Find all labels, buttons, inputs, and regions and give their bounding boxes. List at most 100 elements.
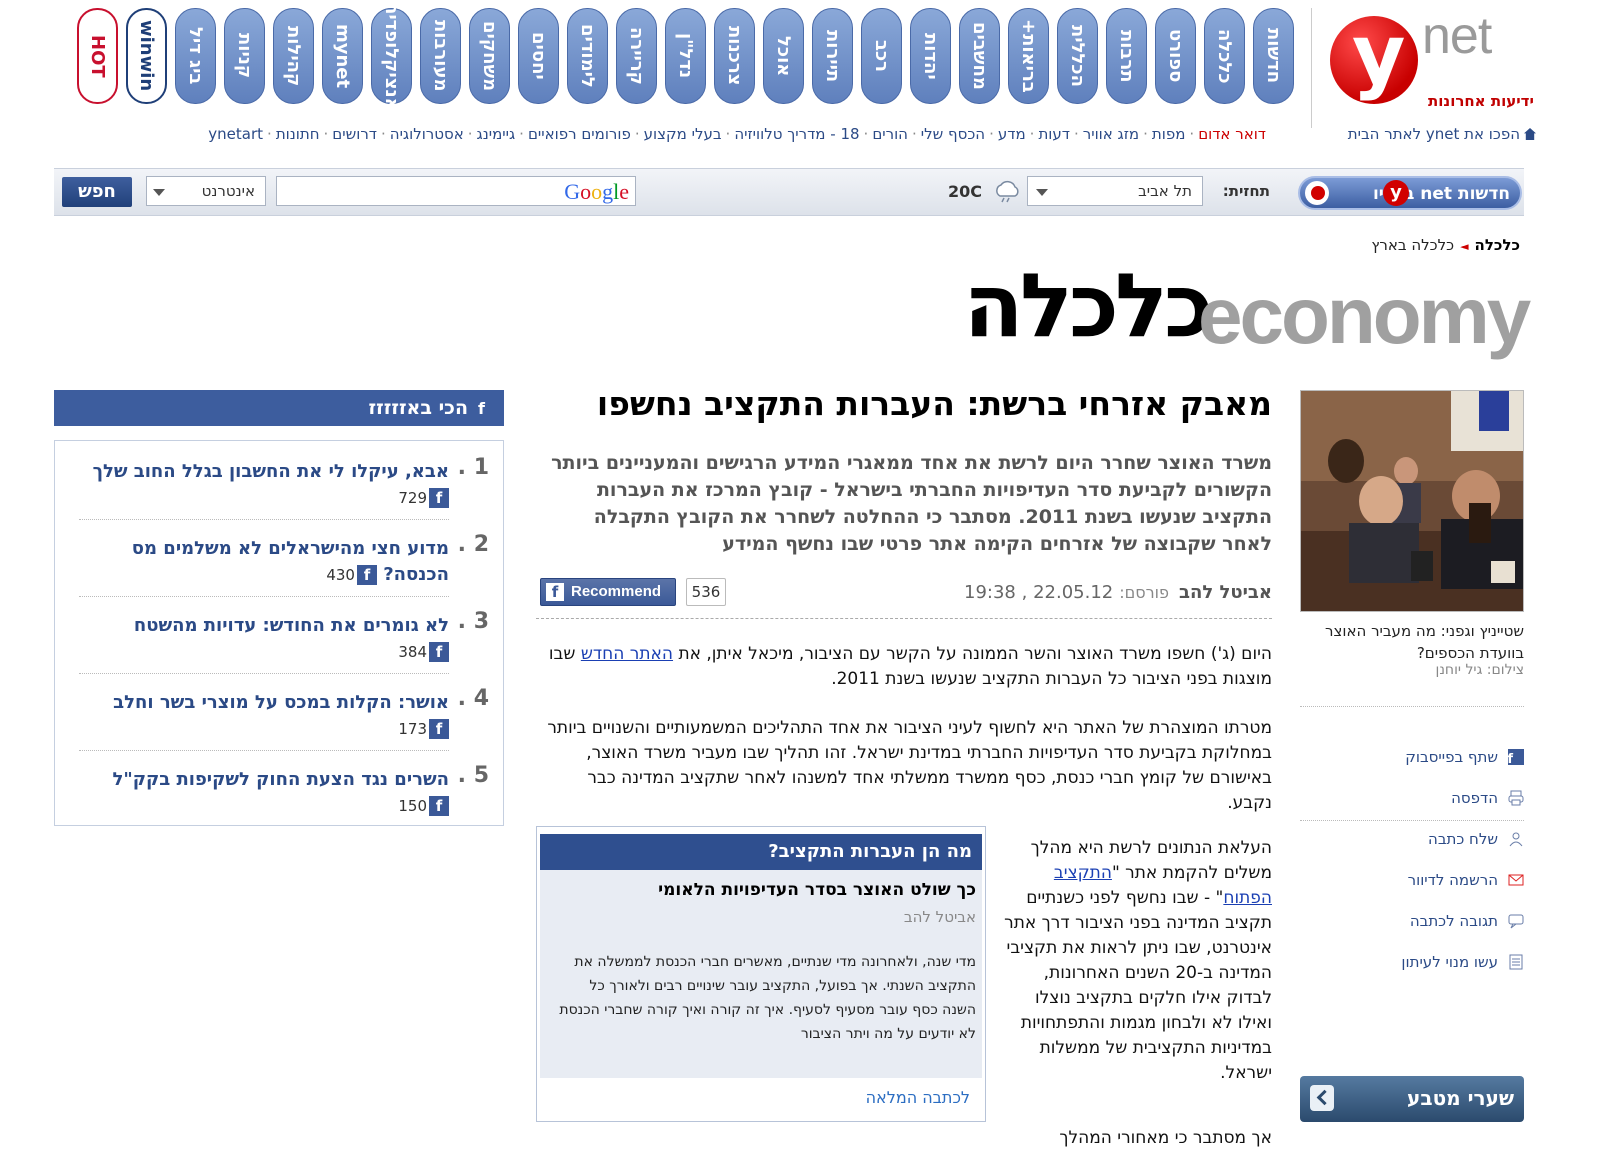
engine-select[interactable]: אינטרנט bbox=[146, 176, 266, 206]
top-link[interactable]: מפות bbox=[1152, 125, 1186, 143]
buzz-item-title[interactable]: לא גומרים את החודש: עדויות מהשטח f384 bbox=[79, 613, 449, 665]
buzz-item[interactable]: 5 . השרים נגד הצעת החוק לשקיפות בקק"ל f15… bbox=[79, 763, 489, 823]
tab-2[interactable]: ספורט bbox=[1155, 8, 1196, 104]
print-icon bbox=[1508, 790, 1524, 806]
mail-icon bbox=[1508, 872, 1524, 888]
search-button[interactable]: חפש bbox=[62, 177, 132, 207]
top-link[interactable]: 18 - מדריך טלוויזיה bbox=[734, 125, 859, 143]
buzz-item-title[interactable]: מדוע חצי מהישראלים לא משלמים מס הכנסה? f… bbox=[79, 536, 449, 588]
top-link[interactable]: מזג אוויר bbox=[1083, 125, 1139, 143]
tab-label: חדשות bbox=[1263, 28, 1284, 84]
tool-facebook[interactable]: f שתף בפייסבוק bbox=[1300, 748, 1524, 772]
share-count: f384 bbox=[398, 639, 449, 662]
tab-6[interactable]: מחשבים bbox=[959, 8, 1000, 104]
tab-20[interactable]: קהילות bbox=[273, 8, 314, 104]
radio-button[interactable]: חדשות net ברדיו y bbox=[1298, 176, 1522, 210]
engine-value: אינטרנט bbox=[201, 182, 255, 200]
tab-10[interactable]: אוכל bbox=[763, 8, 804, 104]
top-link[interactable]: בעלי מקצוע bbox=[644, 125, 722, 143]
top-link[interactable]: חתונות bbox=[276, 125, 320, 143]
buzz-item[interactable]: 1 . אבא, עיקלו לי את החשבון בגלל החוב שלך… bbox=[79, 455, 489, 515]
tab-16[interactable]: משחקים bbox=[469, 8, 510, 104]
posted-label: פורסם: bbox=[1119, 583, 1169, 602]
tab-11[interactable]: צרכנות bbox=[714, 8, 755, 104]
tab-8[interactable]: רכב bbox=[861, 8, 902, 104]
photo-image bbox=[1301, 391, 1523, 611]
tool-mail[interactable]: הרשמה לדיוור bbox=[1300, 871, 1524, 895]
tab-21[interactable]: קניות bbox=[224, 8, 265, 104]
tab-5[interactable]: בריאות+ bbox=[1008, 8, 1049, 104]
top-link[interactable]: פורומים רפואיים bbox=[528, 125, 631, 143]
currency-rates-button[interactable]: שערי מטבע bbox=[1300, 1076, 1524, 1122]
share-count: f729 bbox=[398, 485, 449, 508]
divider bbox=[79, 519, 449, 520]
photo-caption: שטייניץ וגפני: מה מעביר האוצר בוועדת הכס… bbox=[1325, 622, 1524, 662]
buzz-header: f הכי באזזזזז bbox=[54, 390, 504, 426]
post-date: 22.05.12 bbox=[1033, 582, 1114, 603]
city-select[interactable]: תל אביב bbox=[1027, 176, 1203, 206]
top-link[interactable]: גיימינג bbox=[477, 125, 516, 143]
tab-14[interactable]: לימודים bbox=[567, 8, 608, 104]
article-photo[interactable] bbox=[1300, 390, 1524, 612]
buzz-item-title[interactable]: השרים נגד הצעת החוק לשקיפות בקק"ל f150 bbox=[79, 767, 449, 819]
body-paragraph: אך מסתבר כי מאחורי המהלך bbox=[1059, 1128, 1272, 1148]
full-article-link[interactable]: לכתבה המלאה bbox=[760, 1088, 970, 1110]
tool-newspaper[interactable]: עשו מנוי לעיתון bbox=[1300, 953, 1524, 977]
tab-18[interactable]: אנציקלופדיה bbox=[371, 2, 412, 110]
tab-22[interactable]: ביג דיל bbox=[175, 8, 216, 104]
top-link[interactable]: דעות bbox=[1038, 125, 1070, 143]
buzz-item-title[interactable]: אבא, עיקלו לי את החשבון בגלל החוב שלך f7… bbox=[79, 459, 449, 511]
ynet-logo[interactable]: y net ידיעות אחרונות bbox=[1330, 7, 1550, 122]
tab-0[interactable]: חדשות bbox=[1253, 8, 1294, 104]
tab-17[interactable]: מעורבות bbox=[420, 8, 461, 104]
top-link[interactable]: הורים bbox=[872, 125, 908, 143]
recommend-button[interactable]: f Recommend bbox=[540, 578, 676, 606]
search-input[interactable]: Google bbox=[276, 176, 636, 206]
top-link[interactable]: מדע bbox=[998, 125, 1026, 143]
facebook-icon: f bbox=[546, 583, 564, 601]
breadcrumb-sub[interactable]: כלכלה בארץ bbox=[1371, 236, 1454, 254]
google-logo: Google bbox=[564, 179, 629, 204]
divider bbox=[79, 673, 449, 674]
tab-label: winwin bbox=[136, 20, 157, 92]
tab-23[interactable]: winwin bbox=[126, 8, 167, 104]
body-paragraph: מטרתו המוצהרת של האתר היא לחשוף לעיני הצ… bbox=[547, 718, 1272, 813]
tab-label: צרכנות bbox=[724, 26, 745, 86]
caret-icon: ◄ bbox=[1460, 240, 1469, 253]
tool-send[interactable]: שלח כתבה bbox=[1300, 830, 1524, 854]
tab-15[interactable]: יחסים bbox=[518, 8, 559, 104]
related-box-text: מדי שנה, ולאחרונה מדי שנתיים, מאשרים חבר… bbox=[559, 954, 976, 1042]
separator: · bbox=[1189, 125, 1195, 143]
buzz-item[interactable]: 4 . אושר: הקלות במכס על מוצרי בשר וחלב f1… bbox=[79, 686, 489, 746]
breadcrumb-section[interactable]: כלכלה bbox=[1475, 236, 1520, 254]
tab-9[interactable]: תיירות bbox=[812, 8, 853, 104]
top-link[interactable]: הכסף שלי bbox=[921, 125, 985, 143]
buzz-item[interactable]: 2 . מדוע חצי מהישראלים לא משלמים מס הכנסה… bbox=[79, 532, 489, 592]
buzz-item[interactable]: 3 . לא גומרים את החודש: עדויות מהשטח f384 bbox=[79, 609, 489, 669]
tab-4[interactable]: הכללית bbox=[1057, 8, 1098, 104]
new-site-link[interactable]: האתר החדש bbox=[581, 644, 673, 664]
author[interactable]: אביטל להב bbox=[1179, 582, 1272, 603]
top-link[interactable]: אסטרולוגיה bbox=[390, 125, 464, 143]
tab-13[interactable]: קריירה bbox=[616, 8, 657, 104]
top-link[interactable]: דרושים bbox=[332, 125, 377, 143]
buzz-item-title[interactable]: אושר: הקלות במכס על מוצרי בשר וחלב f173 bbox=[79, 690, 449, 742]
top-link[interactable]: ynetart bbox=[208, 125, 263, 143]
section-title-english: economy bbox=[1198, 271, 1531, 360]
home-link[interactable]: הפכו את ynet לאתר הבית bbox=[1310, 125, 1536, 147]
tab-label: קניות bbox=[234, 33, 255, 79]
tool-comment[interactable]: תגובה לכתבה bbox=[1300, 912, 1524, 936]
tab-12[interactable]: נדל"ן bbox=[665, 8, 706, 104]
tab-3[interactable]: תרבות bbox=[1106, 8, 1147, 104]
tab-7[interactable]: יהדות bbox=[910, 8, 951, 104]
separator: · bbox=[634, 125, 640, 143]
top-link[interactable]: דואר אדום bbox=[1198, 125, 1266, 143]
tab-label: קריירה bbox=[626, 27, 647, 85]
separator: · bbox=[863, 125, 869, 143]
tab-24[interactable]: HOT bbox=[77, 8, 118, 104]
tool-print[interactable]: הדפסה bbox=[1300, 789, 1524, 813]
related-box-subtitle[interactable]: כך שולט האוצר בסדר העדיפויות הלאומי bbox=[548, 880, 976, 904]
tab-19[interactable]: mynet bbox=[322, 8, 363, 104]
tab-1[interactable]: כלכלה bbox=[1204, 8, 1245, 104]
buzz-rank: 4 . bbox=[457, 686, 489, 711]
